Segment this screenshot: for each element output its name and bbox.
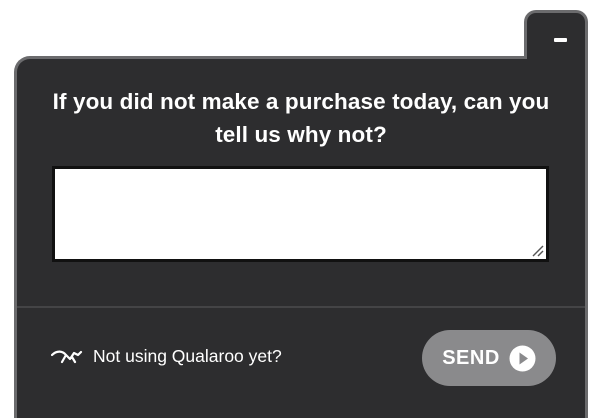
footer-divider [17,306,585,308]
qualaroo-branding-link[interactable]: Not using Qualaroo yet? [51,346,282,367]
answer-box [52,166,549,262]
survey-question: If you did not make a purchase today, ca… [52,89,550,147]
send-button[interactable]: SEND [422,330,556,386]
survey-panel: If you did not make a purchase today, ca… [14,56,588,418]
minus-icon[interactable] [554,38,567,42]
answer-textarea[interactable] [55,169,546,259]
play-circle-icon [509,345,536,371]
resize-grip-icon[interactable] [530,243,544,257]
tab-panel-seam [527,55,585,63]
branding-text[interactable]: Not using Qualaroo yet? [93,346,282,367]
send-label: SEND [442,346,500,369]
qualaroo-logo-icon [51,350,83,363]
survey-widget: If you did not make a purchase today, ca… [0,0,602,418]
